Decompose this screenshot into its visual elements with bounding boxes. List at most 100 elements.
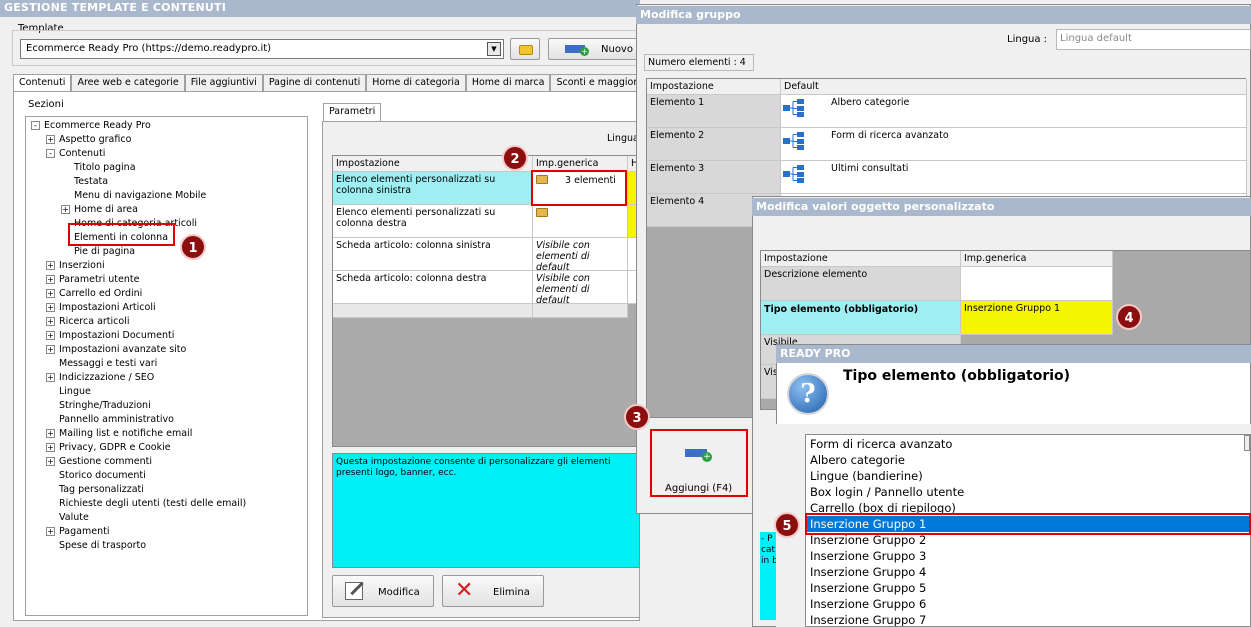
tree-item-14[interactable]: + Impostazioni Documenti bbox=[46, 329, 174, 342]
gruppo-row-label[interactable]: Elemento 3 bbox=[647, 161, 781, 194]
template-select[interactable]: Ecommerce Ready Pro (https://demo.readyp… bbox=[20, 39, 504, 59]
gruppo-row-value[interactable]: Albero categorie bbox=[781, 95, 1247, 128]
tree-item-22[interactable]: + Privacy, GDPR e Cookie bbox=[46, 441, 171, 454]
modifica-button[interactable]: Modifica bbox=[332, 575, 434, 607]
tree-item-13[interactable]: + Ricerca articoli bbox=[46, 315, 129, 328]
tree-item-2[interactable]: Titolo pagina bbox=[61, 161, 136, 174]
expand-icon[interactable]: + bbox=[46, 275, 55, 284]
list-scrollbar[interactable] bbox=[1244, 435, 1250, 451]
tree-item-8[interactable]: Pie di pagina bbox=[61, 245, 135, 258]
oggetto-row-descrizione-value[interactable] bbox=[961, 267, 1113, 301]
tree-item-19[interactable]: Stringhe/Traduzioni bbox=[46, 399, 151, 412]
gruppo-row-value[interactable]: Ultimi consultati bbox=[781, 161, 1247, 194]
expand-icon[interactable]: + bbox=[46, 135, 55, 144]
modifica-label: Modifica bbox=[378, 587, 420, 598]
expand-icon[interactable]: + bbox=[61, 205, 70, 214]
grid-row-4-label[interactable]: Scheda articolo: colonna destra bbox=[333, 271, 533, 304]
tree-item-28[interactable]: + Pagamenti bbox=[46, 525, 109, 538]
tree-item-29[interactable]: Spese di trasporto bbox=[46, 539, 146, 552]
expand-icon[interactable]: + bbox=[46, 289, 55, 298]
nuovo-button[interactable]: + Nuovo bbox=[548, 38, 640, 60]
gruppo-row-label[interactable]: Elemento 2 bbox=[647, 128, 781, 161]
tab-file-aggiuntivi[interactable]: File aggiuntivi bbox=[184, 74, 263, 92]
tree-root[interactable]: - Ecommerce Ready Pro bbox=[31, 119, 151, 132]
tree-item-16[interactable]: Messaggi e testi vari bbox=[46, 357, 157, 370]
tree-item-label: Storico documenti bbox=[59, 470, 146, 481]
gruppo-row-text: Ultimi consultati bbox=[831, 163, 909, 174]
modifica-gruppo-title: Modifica gruppo bbox=[636, 6, 1251, 24]
elimina-button[interactable]: ✕ Elimina bbox=[442, 575, 544, 607]
tree-item-24[interactable]: Storico documenti bbox=[46, 469, 146, 482]
gruppo-row-text: Form di ricerca avanzato bbox=[831, 130, 949, 141]
tree-item-3[interactable]: Testata bbox=[61, 175, 108, 188]
sections-tree[interactable]: - Ecommerce Ready Pro + Aspetto grafico - Co… bbox=[25, 116, 308, 616]
tree-item-26[interactable]: Richieste degli utenti (testi delle emai… bbox=[46, 497, 246, 510]
grid-row-4-value[interactable]: Visibile con elementi di default bbox=[533, 271, 628, 304]
option-item[interactable]: Albero categorie bbox=[806, 452, 1250, 468]
expand-icon[interactable]: + bbox=[46, 303, 55, 312]
tree-item-12[interactable]: + Impostazioni Articoli bbox=[46, 301, 156, 314]
tree-item-4[interactable]: Menu di navigazione Mobile bbox=[61, 189, 206, 202]
grid-row-1-label[interactable]: Elenco elementi personalizzati su colonn… bbox=[333, 172, 533, 205]
expand-icon[interactable]: + bbox=[46, 429, 55, 438]
chevron-down-icon[interactable]: ▼ bbox=[487, 42, 501, 56]
tab-home-categoria[interactable]: Home di categoria bbox=[366, 74, 466, 92]
gruppo-lingua-input[interactable]: Lingua default bbox=[1056, 29, 1251, 50]
collapse-icon[interactable]: - bbox=[46, 149, 55, 158]
option-item[interactable]: Form di ricerca avanzato bbox=[806, 436, 1250, 452]
tree-item-20[interactable]: Pannello amministrativo bbox=[46, 413, 174, 426]
tab-parametri[interactable]: Parametri bbox=[323, 103, 382, 122]
oggetto-row-tipo-value[interactable]: Inserzione Gruppo 1 bbox=[961, 301, 1113, 335]
tree-item-0[interactable]: + Aspetto grafico bbox=[46, 133, 131, 146]
gruppo-lingua-label: Lingua : bbox=[1007, 34, 1048, 45]
option-item[interactable]: Box login / Pannello utente bbox=[806, 484, 1250, 500]
tab-contenuti[interactable]: Contenuti bbox=[13, 74, 72, 92]
option-item[interactable]: Lingue (bandierine) bbox=[806, 468, 1250, 484]
tree-item-17[interactable]: + Indicizzazione / SEO bbox=[46, 371, 154, 384]
tree-item-label: Carrello ed Ordini bbox=[59, 288, 143, 299]
expand-icon[interactable]: + bbox=[46, 261, 55, 270]
grid-row-2-label[interactable]: Elenco elementi personalizzati su colonn… bbox=[333, 205, 533, 238]
tree-item-5[interactable]: + Home di area bbox=[61, 203, 138, 216]
expand-icon[interactable]: + bbox=[46, 317, 55, 326]
tree-item-9[interactable]: + Inserzioni bbox=[46, 259, 105, 272]
grid-row-3-label[interactable]: Scheda articolo: colonna sinistra bbox=[333, 238, 533, 271]
gruppo-row-value[interactable]: Form di ricerca avanzato bbox=[781, 128, 1247, 161]
option-item[interactable]: Inserzione Gruppo 3 bbox=[806, 548, 1250, 564]
tree-item-25[interactable]: Tag personalizzati bbox=[46, 483, 144, 496]
tree-item-15[interactable]: + Impostazioni avanzate sito bbox=[46, 343, 186, 356]
tab-home-marca[interactable]: Home di marca bbox=[465, 74, 551, 92]
expand-icon[interactable]: + bbox=[46, 331, 55, 340]
open-folder-button[interactable] bbox=[510, 38, 540, 60]
tab-aree-web[interactable]: Aree web e categorie bbox=[71, 74, 185, 92]
numero-elementi: Numero elementi : 4 bbox=[644, 54, 754, 71]
option-item[interactable]: Inserzione Gruppo 5 bbox=[806, 580, 1250, 596]
option-item[interactable]: Inserzione Gruppo 6 bbox=[806, 596, 1250, 612]
tree-item-21[interactable]: + Mailing list e notifiche email bbox=[46, 427, 192, 440]
ready-pro-question: Tipo elemento (obbligatorio) bbox=[843, 368, 1071, 384]
gruppo-row-label[interactable]: Elemento 1 bbox=[647, 95, 781, 128]
tree-item-10[interactable]: + Parametri utente bbox=[46, 273, 139, 286]
expand-icon[interactable]: + bbox=[46, 457, 55, 466]
option-item[interactable]: Inserzione Gruppo 7 bbox=[806, 612, 1250, 626]
tree-item-1[interactable]: - Contenuti bbox=[46, 147, 105, 160]
grid-row-3-value[interactable]: Visibile con elementi di default bbox=[533, 238, 628, 271]
expand-icon[interactable]: + bbox=[46, 345, 55, 354]
tab-pagine-contenuti[interactable]: Pagine di contenuti bbox=[262, 74, 367, 92]
tree-item-18[interactable]: Lingue bbox=[46, 385, 91, 398]
expand-icon[interactable]: + bbox=[46, 527, 55, 536]
option-item[interactable]: Inserzione Gruppo 4 bbox=[806, 564, 1250, 580]
tree-item-label: Impostazioni Documenti bbox=[59, 330, 175, 341]
tree-item-27[interactable]: Valute bbox=[46, 511, 89, 524]
aggiungi-button[interactable]: + Aggiungi (F4) bbox=[650, 429, 748, 497]
expand-icon[interactable]: + bbox=[46, 443, 55, 452]
oggetto-row-descrizione-label[interactable]: Descrizione elemento bbox=[761, 267, 961, 301]
expand-icon[interactable]: + bbox=[46, 373, 55, 382]
grid-row-2-value[interactable] bbox=[533, 205, 628, 238]
tree-item-label: Titolo pagina bbox=[74, 162, 136, 173]
tree-item-label: Lingue bbox=[59, 386, 91, 397]
oggetto-row-tipo-label[interactable]: Tipo elemento (obbligatorio) bbox=[761, 301, 961, 335]
tree-item-11[interactable]: + Carrello ed Ordini bbox=[46, 287, 142, 300]
tree-item-23[interactable]: + Gestione commenti bbox=[46, 455, 152, 468]
tree-item-label: Contenuti bbox=[59, 148, 106, 159]
